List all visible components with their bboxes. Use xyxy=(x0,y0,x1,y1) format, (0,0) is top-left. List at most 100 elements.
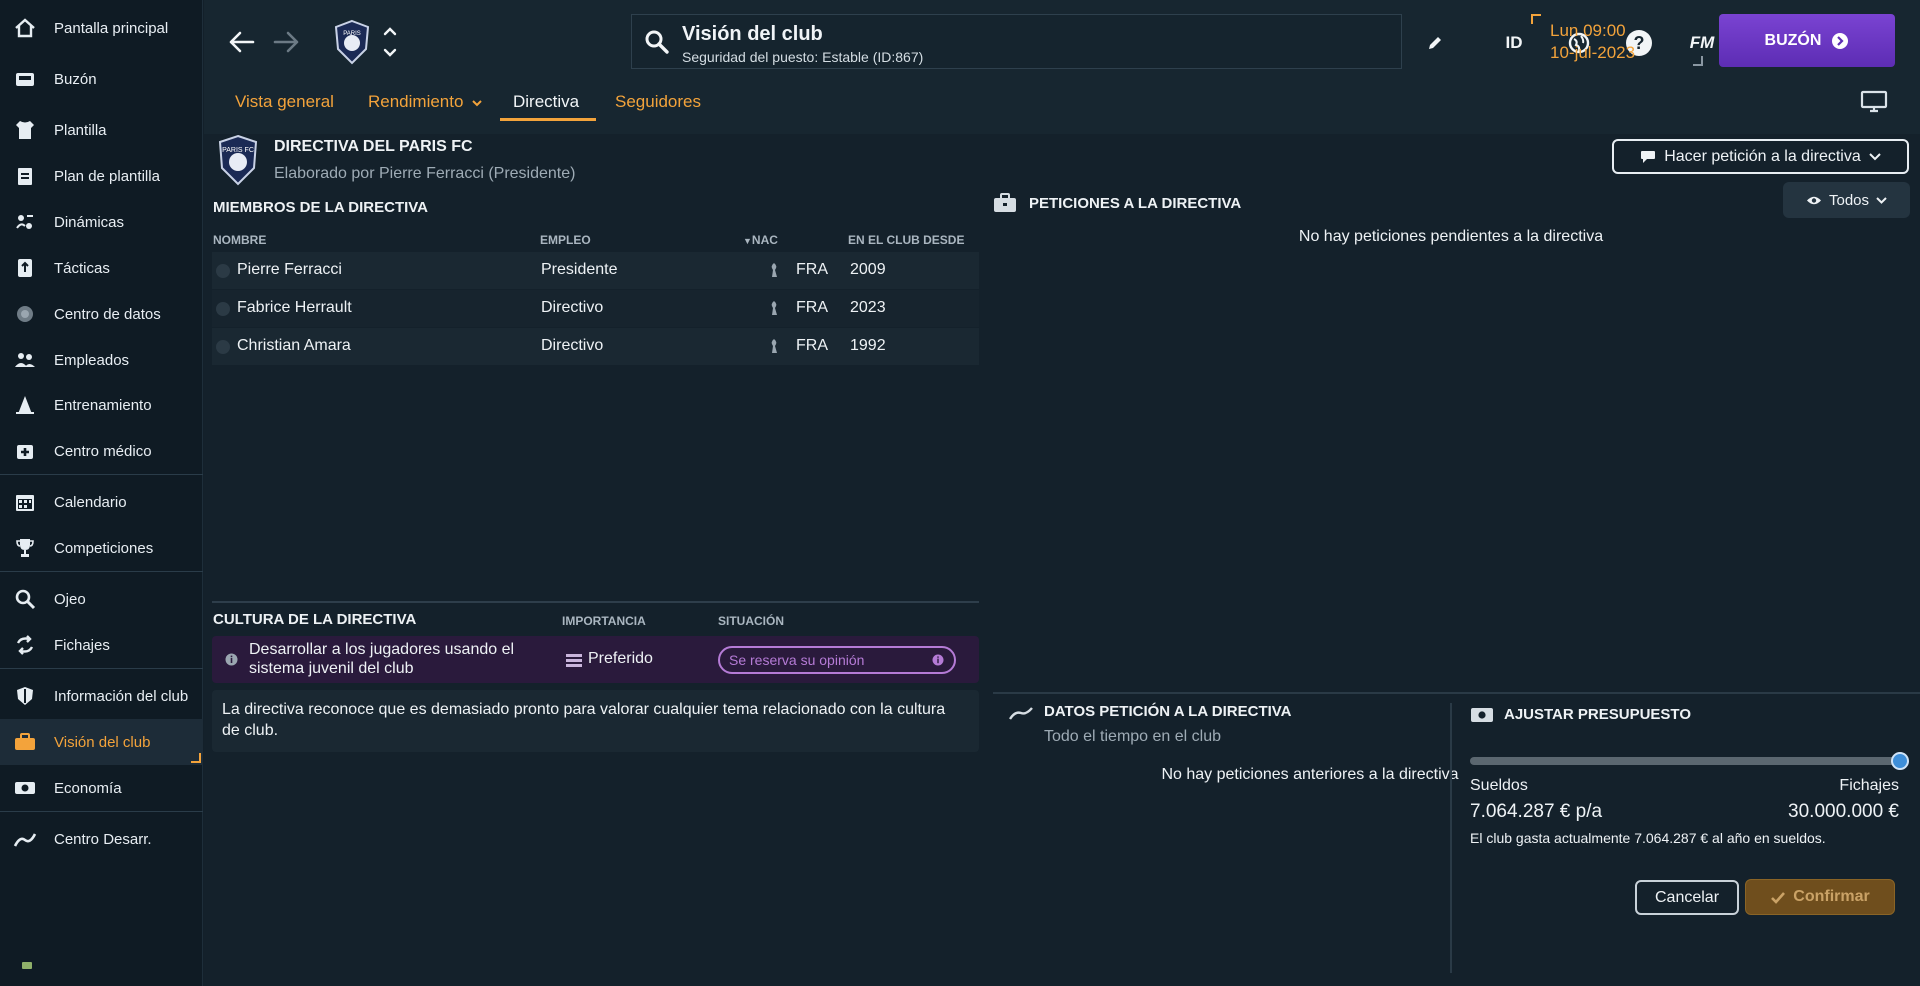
board-title: DIRECTIVA DEL PARIS FC xyxy=(274,138,473,155)
transfers-label: Fichajes xyxy=(1839,777,1899,794)
status-dot-icon xyxy=(216,302,230,316)
id-button[interactable]: ID xyxy=(1494,28,1534,58)
tab-overview[interactable]: Vista general xyxy=(235,92,334,112)
sidebar-item-competiciones[interactable]: Competiciones xyxy=(0,525,203,571)
culture-title: CULTURA DE LA DIRECTIVA xyxy=(213,611,417,628)
sort-desc-icon: ▼ xyxy=(743,236,752,246)
table-row[interactable]: Christian Amara Directivo FRA 1992 xyxy=(212,328,979,365)
game-date[interactable]: Lun 09:00 10-jul-2023 xyxy=(1550,20,1635,64)
tab-board[interactable]: Directiva xyxy=(513,92,579,112)
member-name[interactable]: Christian Amara xyxy=(237,337,351,355)
col-nationality[interactable]: ▼NAC xyxy=(743,233,778,247)
sidebar-divider xyxy=(0,668,203,669)
screen-title-box[interactable]: Visión del club Seguridad del puesto: Es… xyxy=(631,14,1402,69)
sidebar-item-informacion-del-club[interactable]: Información del club xyxy=(0,673,203,719)
importance-value: Preferido xyxy=(588,650,653,667)
requests-filter-button[interactable]: Todos xyxy=(1783,182,1910,218)
make-request-label: Hacer petición a la directiva xyxy=(1664,147,1861,165)
tab-performance[interactable]: Rendimiento xyxy=(368,92,482,112)
job-security-text: Seguridad del puesto: Estable (ID:867) xyxy=(682,49,924,65)
sidebar-item-empleados[interactable]: Empleados xyxy=(0,337,203,383)
sidebar-item-label: Información del club xyxy=(54,687,189,705)
budget-note: El club gasta actualmente 7.064.287 € al… xyxy=(1470,830,1826,846)
staff-icon xyxy=(13,348,37,372)
active-tab-indicator xyxy=(500,118,596,121)
sidebar-item-centro-medico[interactable]: Centro médico xyxy=(0,428,203,474)
sidebar-item-label: Visión del club xyxy=(54,733,151,751)
make-request-button[interactable]: Hacer petición a la directiva xyxy=(1612,139,1909,174)
sidebar-item-label: Fichajes xyxy=(54,636,110,654)
sidebar-item-tacticas[interactable]: Tácticas xyxy=(0,245,203,291)
sidebar-item-economia[interactable]: Economía xyxy=(0,765,203,811)
sidebar-item-vision-del-club[interactable]: Visión del club xyxy=(0,719,203,765)
cancel-button[interactable]: Cancelar xyxy=(1635,880,1739,915)
confirm-button[interactable]: Confirmar xyxy=(1745,879,1895,915)
fm-menu-button[interactable]: FM xyxy=(1680,28,1724,58)
situation-pill[interactable]: Se reserva su opinión xyxy=(718,646,956,674)
culture-row[interactable]: Desarrollar a los jugadores usando el si… xyxy=(212,636,979,683)
display-toggle-button[interactable] xyxy=(1854,86,1894,118)
trophy-icon xyxy=(13,536,37,560)
sidebar-item-plantilla[interactable]: Plantilla xyxy=(0,107,203,153)
sidebar-divider xyxy=(0,474,203,475)
sidebar-item-fichajes[interactable]: Fichajes xyxy=(0,622,203,668)
col-name[interactable]: NOMBRE xyxy=(213,233,266,247)
development-icon xyxy=(13,827,37,851)
mailbox-label: BUZÓN xyxy=(1764,31,1822,49)
sidebar-item-buzon[interactable]: Buzón xyxy=(0,56,203,102)
status-dot-icon xyxy=(216,264,230,278)
member-since: 2023 xyxy=(850,299,886,316)
chevron-down-icon xyxy=(1876,196,1887,204)
france-flag-icon xyxy=(768,338,780,354)
col-role[interactable]: EMPLEO xyxy=(540,233,591,247)
status-indicator-icon xyxy=(22,962,32,969)
sidebar-item-dinamicas[interactable]: Dinámicas xyxy=(0,199,203,245)
requests-empty-text: No hay peticiones pendientes a la direct… xyxy=(1298,228,1604,245)
speech-bubble-icon xyxy=(1641,150,1656,163)
chevron-down-icon xyxy=(472,100,482,107)
sidebar-item-ojeo[interactable]: Ojeo xyxy=(0,576,203,622)
back-button[interactable] xyxy=(222,22,262,62)
crest-switch-arrows[interactable] xyxy=(380,24,400,60)
info-icon xyxy=(932,654,944,666)
col-importance: IMPORTANCIA xyxy=(562,614,646,628)
importance-level-icon xyxy=(566,654,582,667)
forward-button[interactable] xyxy=(266,22,306,62)
sidebar-item-label: Empleados xyxy=(54,351,130,369)
mailbox-continue-button[interactable]: BUZÓN xyxy=(1719,14,1895,67)
briefcase-icon xyxy=(994,193,1016,212)
edit-button[interactable] xyxy=(1420,28,1450,58)
sidebar-item-calendario[interactable]: Calendario xyxy=(0,479,203,525)
request-data-subtitle: Todo el tiempo en el club xyxy=(1044,728,1221,745)
member-name[interactable]: Pierre Ferracci xyxy=(237,261,342,279)
wages-label: Sueldos xyxy=(1470,777,1528,794)
arrow-right-icon xyxy=(273,31,299,53)
sidebar-item-label: Calendario xyxy=(54,493,127,511)
club-crest-icon: PARIS xyxy=(334,19,370,65)
status-dot-icon xyxy=(216,340,230,354)
member-name[interactable]: Fabrice Herrault xyxy=(237,299,352,317)
sidebar-item-centro-de-datos[interactable]: Centro de datos xyxy=(0,291,203,337)
arrow-left-icon xyxy=(229,31,255,53)
money-icon xyxy=(1471,708,1493,722)
club-crest-icon: PARIS FC xyxy=(218,134,258,186)
tab-supporters[interactable]: Seguidores xyxy=(615,92,701,112)
col-since[interactable]: EN EL CLUB DESDE xyxy=(848,233,964,247)
trend-line-icon xyxy=(1009,707,1033,720)
table-row[interactable]: Fabrice Herrault Directivo FRA 2023 xyxy=(212,290,979,327)
member-role: Directivo xyxy=(541,337,604,354)
table-row[interactable]: Pierre Ferracci Presidente FRA 2009 xyxy=(212,252,979,289)
sidebar-item-entrenamiento[interactable]: Entrenamiento xyxy=(0,382,203,428)
tactics-icon xyxy=(13,256,37,280)
shield-icon xyxy=(13,684,37,708)
main-content: PARIS FC DIRECTIVA DEL PARIS FC Elaborad… xyxy=(204,134,1920,986)
sidebar-item-label: Centro Desarr. xyxy=(54,830,152,848)
sidebar-item-plan-de-plantilla[interactable]: Plan de plantilla xyxy=(0,153,203,199)
slider-thumb[interactable] xyxy=(1891,752,1909,770)
culture-item-text: Desarrollar a los jugadores usando el si… xyxy=(249,641,515,677)
sidebar-item-centro-desarr[interactable]: Centro Desarr. xyxy=(0,816,203,862)
club-crest-button[interactable]: PARIS xyxy=(332,18,372,66)
tab-performance-label: Rendimiento xyxy=(368,92,464,111)
sidebar-item-pantalla-principal[interactable]: Pantalla principal xyxy=(0,5,203,51)
budget-slider[interactable] xyxy=(1470,752,1909,770)
